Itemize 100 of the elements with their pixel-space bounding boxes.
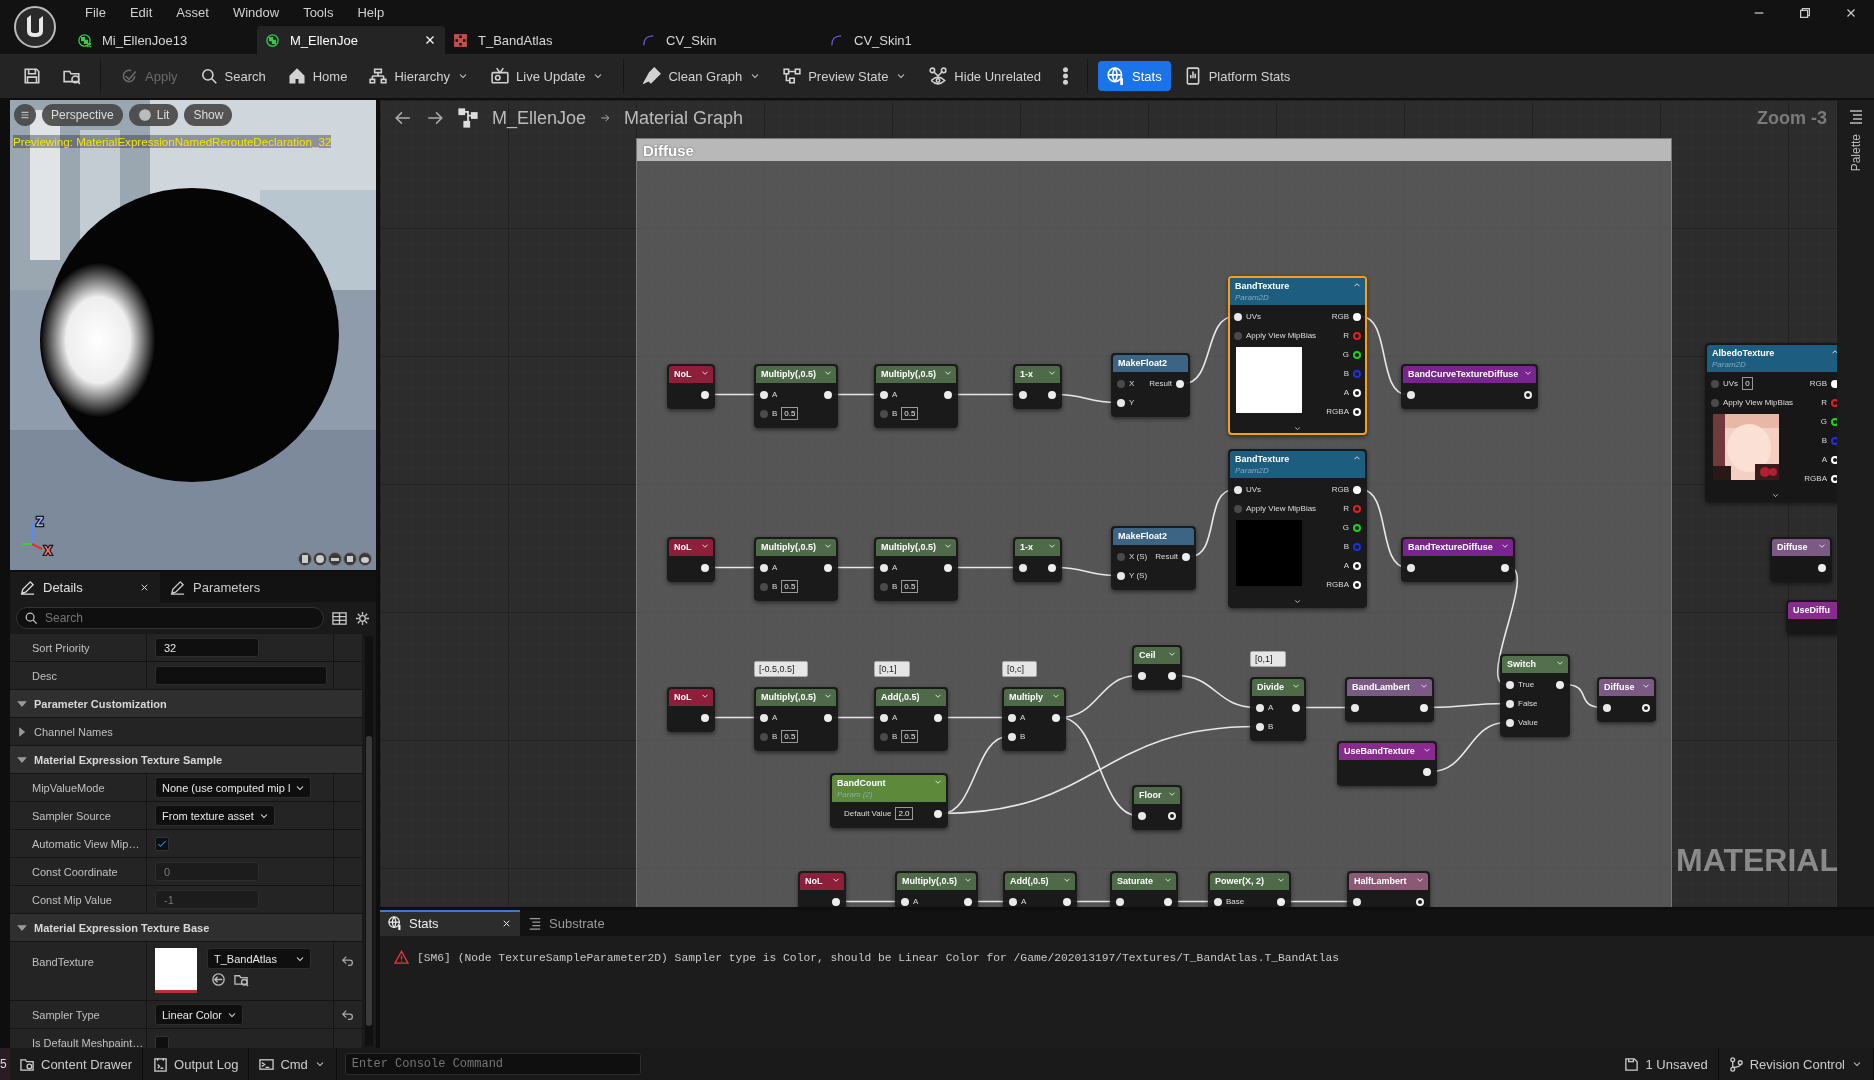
- breadcrumb-item[interactable]: Material Graph: [624, 107, 744, 129]
- graph-node[interactable]: HalfLambert: [1347, 871, 1430, 907]
- view-button[interactable]: Lit: [128, 104, 179, 126]
- dropdown[interactable]: From texture asset: [155, 805, 275, 826]
- graph-node[interactable]: Diffuse: [1597, 677, 1656, 722]
- input-pin[interactable]: [1351, 703, 1359, 712]
- input-pin[interactable]: [1234, 331, 1242, 340]
- graph-node[interactable]: BandTexture Param2D UVs Apply View MipBias RGB R G B A RGBA: [1228, 276, 1367, 435]
- value-field[interactable]: 0.5: [901, 580, 919, 593]
- graph-node[interactable]: Add(,0.5) A B 0.5: [874, 687, 948, 751]
- input-pin[interactable]: [760, 563, 768, 572]
- graph-node[interactable]: Multiply(,0.5) A B 0.5: [874, 537, 958, 601]
- panel-tab[interactable]: Details: [10, 572, 160, 602]
- comment-bubble[interactable]: [0,1]: [1250, 651, 1286, 667]
- graph-node[interactable]: Diffuse: [1770, 537, 1832, 582]
- graph-node[interactable]: UseDiffu: [1786, 600, 1837, 634]
- status-button[interactable]: 1 Unsaved: [1614, 1048, 1719, 1080]
- platform-button[interactable]: Platform Stats: [1174, 61, 1300, 91]
- input-pin[interactable]: [1234, 485, 1242, 494]
- graph-node[interactable]: Multiply(,0.5) A B 0.5: [754, 687, 838, 751]
- menu-item[interactable]: File: [73, 4, 118, 20]
- input-pin[interactable]: [880, 390, 888, 399]
- value-field[interactable]: 2.0: [895, 807, 913, 820]
- graph-node[interactable]: Saturate: [1110, 871, 1178, 907]
- dropdown[interactable]: Linear Color: [155, 1004, 243, 1025]
- texture-thumbnail[interactable]: [155, 948, 197, 993]
- section-header[interactable]: Parameter Customization: [10, 690, 362, 718]
- input-pin[interactable]: [1138, 811, 1146, 820]
- input-pin[interactable]: [1711, 398, 1719, 407]
- input-pin[interactable]: [1234, 312, 1242, 321]
- input-pin[interactable]: [1117, 552, 1125, 561]
- value-field[interactable]: 0.5: [781, 730, 799, 743]
- input-pin[interactable]: [880, 582, 888, 591]
- graph-node[interactable]: Ceil: [1132, 645, 1182, 690]
- view-button[interactable]: Show: [184, 104, 233, 126]
- input-pin[interactable]: [880, 409, 888, 418]
- editor-tab[interactable]: M_EllenJoe: [257, 26, 445, 54]
- asset-dropdown[interactable]: T_BandAtlas: [207, 948, 311, 969]
- graph-node[interactable]: BandCount Param (2) Default Value 2.0: [830, 773, 948, 828]
- stats-button[interactable]: Stats: [1098, 61, 1171, 91]
- status-button[interactable]: Revision Control: [1718, 1048, 1874, 1080]
- input-pin[interactable]: [1506, 718, 1514, 727]
- palette-tab[interactable]: Palette: [1848, 134, 1863, 172]
- editor-tab[interactable]: T_BandAtlas: [445, 26, 633, 54]
- graph-node[interactable]: BandTexture Param2D UVs Apply View MipBias RGB R G B A RGBA: [1228, 449, 1367, 608]
- comment-bubble[interactable]: [0,1]: [874, 661, 910, 677]
- hierarchy-button[interactable]: Hierarchy: [360, 61, 479, 91]
- graph-node[interactable]: Multiply(,0.5) A B 0.5: [754, 364, 838, 428]
- input-pin[interactable]: [1256, 722, 1264, 731]
- checkbox[interactable]: [155, 1035, 169, 1048]
- editor-tab[interactable]: CV_Skin1: [821, 26, 1009, 54]
- input-pin[interactable]: [760, 713, 768, 722]
- checkbox[interactable]: [155, 836, 169, 851]
- text-field[interactable]: 32: [155, 638, 259, 657]
- value-field[interactable]: 0.5: [781, 580, 799, 593]
- graph-node[interactable]: Add(,0.5) A: [1003, 871, 1077, 907]
- input-pin[interactable]: [1117, 571, 1125, 580]
- property-label[interactable]: Channel Names: [34, 725, 113, 738]
- section-header[interactable]: Material Expression Texture Base: [10, 914, 362, 942]
- breadcrumb-item[interactable]: M_EllenJoe: [492, 107, 587, 129]
- menu-item[interactable]: Help: [345, 4, 397, 20]
- menu-item[interactable]: Edit: [117, 4, 165, 20]
- input-pin[interactable]: [1234, 504, 1242, 513]
- graph-node[interactable]: Multiply(,0.5) A B 0.5: [754, 537, 838, 601]
- graph-node[interactable]: Multiply(,0.5) A: [895, 871, 978, 907]
- console-field[interactable]: Enter Console Command: [344, 1053, 641, 1075]
- graph-node[interactable]: 1-x: [1013, 364, 1062, 409]
- view-button[interactable]: Perspective: [42, 104, 123, 126]
- panel-tab[interactable]: Substrate: [520, 910, 660, 936]
- graph-node[interactable]: BandTextureDiffuse: [1401, 537, 1515, 582]
- graph-node[interactable]: MakeFloat2 X Y Result: [1111, 353, 1190, 417]
- input-pin[interactable]: [760, 409, 768, 418]
- input-pin[interactable]: [1506, 699, 1514, 708]
- graph-node[interactable]: Power(X, 2) Base: [1208, 871, 1291, 907]
- input-pin[interactable]: [1019, 563, 1027, 572]
- live-button[interactable]: Live Update: [482, 61, 614, 91]
- input-pin[interactable]: [1214, 897, 1222, 906]
- graph-node[interactable]: AlbedoTexture Param2D UVs 0 Apply View MipBias RGB R G B A RGBA: [1705, 343, 1837, 502]
- scrollbar-thumb[interactable]: [366, 736, 372, 1026]
- graph-node[interactable]: NoL: [667, 537, 715, 582]
- menu-item[interactable]: Asset: [164, 4, 221, 20]
- input-pin[interactable]: [1009, 897, 1017, 906]
- text-field[interactable]: [155, 666, 327, 685]
- status-button[interactable]: Cmd: [249, 1048, 337, 1080]
- menu-item[interactable]: Window: [220, 4, 292, 20]
- comment-bubble[interactable]: [0,c]: [1002, 661, 1037, 677]
- section-header[interactable]: Material Expression Texture Sample: [10, 746, 362, 774]
- input-pin[interactable]: [1353, 897, 1361, 906]
- clean-button[interactable]: Clean Graph: [634, 61, 771, 91]
- input-pin[interactable]: [1117, 379, 1125, 388]
- graph-node[interactable]: Floor: [1132, 785, 1182, 830]
- graph-node[interactable]: MakeFloat2 X (S) Y (S) Result: [1111, 526, 1196, 590]
- graph-node[interactable]: BandLambert: [1345, 677, 1434, 722]
- input-pin[interactable]: [1008, 732, 1016, 741]
- value-field[interactable]: 0.5: [901, 407, 919, 420]
- input-pin[interactable]: [760, 582, 768, 591]
- value-field[interactable]: 0.5: [781, 407, 799, 420]
- search-field[interactable]: Search: [16, 607, 324, 629]
- input-pin[interactable]: [880, 563, 888, 572]
- panel-tab[interactable]: Stats: [380, 910, 520, 936]
